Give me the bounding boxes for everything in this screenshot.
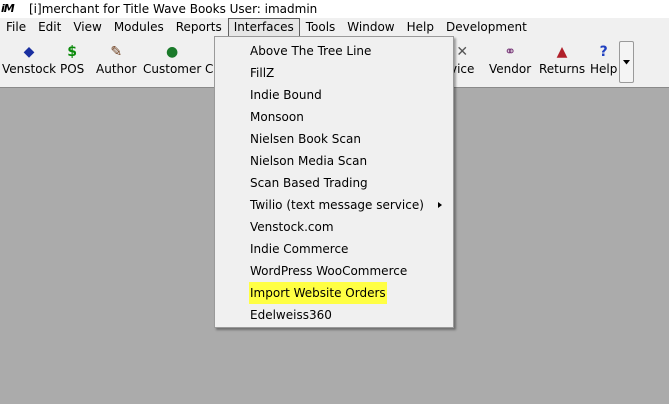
menu-bar: File Edit View Modules Reports Interface… [0,18,669,37]
menu-file[interactable]: File [0,18,32,37]
globe-icon: ● [166,44,179,60]
toolbar-label: POS [60,62,85,76]
menu-development[interactable]: Development [440,18,533,37]
toolbar-pos-button[interactable]: $ POS [60,43,84,83]
menu-item-label: Monsoon [250,110,304,124]
toolbar-label: Author [96,62,137,76]
toolbar-venstock-button[interactable]: ◆ Venstock [2,43,56,83]
menu-item-label: Twilio (text message service) [250,198,424,212]
app-logo-icon: iM [1,2,15,15]
menu-item-indie-commerce[interactable]: Indie Commerce [216,238,452,260]
menu-item-label: Import Website Orders [249,282,387,304]
toolbar-returns-button[interactable]: ▲ Returns [539,43,585,83]
menu-item-label: FillZ [250,66,275,80]
menu-item-label: Venstock.com [250,220,334,234]
toolbar-overflow-button[interactable] [619,41,634,83]
menu-item-edelweiss360[interactable]: Edelweiss360 [216,304,452,326]
author-icon: ✎ [110,44,123,60]
toolbar-label: Help [590,62,618,76]
menu-item-label: Nielson Media Scan [250,154,368,168]
menu-item-above-the-tree-line[interactable]: Above The Tree Line [216,40,452,62]
menu-item-label: WordPress WooCommerce [250,264,408,278]
interfaces-dropdown-menu: Above The Tree Line FillZ Indie Bound Mo… [214,36,454,328]
menu-item-nielson-media-scan[interactable]: Nielson Media Scan [216,150,452,172]
menu-item-import-website-orders[interactable]: Import Website Orders [216,282,452,304]
toolbar-label: Venstock [2,62,57,76]
dollar-icon: $ [67,44,78,60]
menu-item-label: Above The Tree Line [250,44,372,58]
menu-help[interactable]: Help [401,18,440,37]
toolbar-label: Customer [143,62,202,76]
partial-icon [207,43,211,61]
menu-item-label: Indie Commerce [250,242,349,256]
menu-item-label: Nielsen Book Scan [250,132,361,146]
menu-modules[interactable]: Modules [108,18,170,37]
toolbar-label: Returns [539,62,586,76]
help-icon: ? [599,44,608,60]
wrench-icon: ✕ [456,44,469,60]
menu-view[interactable]: View [67,18,107,37]
toolbar-customer-button[interactable]: ● Customer [143,43,201,83]
toolbar-label: C [205,62,214,76]
toolbar-vendor-button[interactable]: ⚭ Vendor [489,43,531,83]
menu-item-nielsen-book-scan[interactable]: Nielsen Book Scan [216,128,452,150]
menu-item-wordpress-woocommerce[interactable]: WordPress WooCommerce [216,260,452,282]
menu-item-label: Indie Bound [250,88,322,102]
menu-reports[interactable]: Reports [170,18,228,37]
menu-item-scan-based-trading[interactable]: Scan Based Trading [216,172,452,194]
menu-item-venstock-com[interactable]: Venstock.com [216,216,452,238]
toolbar-author-button[interactable]: ✎ Author [96,43,136,83]
menu-item-monsoon[interactable]: Monsoon [216,106,452,128]
toolbar-partial-button[interactable]: C [205,43,213,83]
toolbar-help-button[interactable]: ? Help [590,43,617,83]
window-title: [i]merchant for Title Wave Books User: i… [29,2,318,16]
submenu-arrow-icon [438,202,442,208]
vendor-icon: ⚭ [504,44,516,60]
menu-item-indie-bound[interactable]: Indie Bound [216,84,452,106]
menu-tools[interactable]: Tools [300,18,342,37]
menu-interfaces[interactable]: Interfaces [227,18,300,37]
menu-item-fillz[interactable]: FillZ [216,62,452,84]
menu-item-label: Scan Based Trading [250,176,368,190]
menu-item-twilio[interactable]: Twilio (text message service) [216,194,452,216]
returns-icon: ▲ [556,44,568,60]
chevron-down-icon [623,59,630,64]
menu-edit[interactable]: Edit [32,18,67,37]
title-bar: iM [i]merchant for Title Wave Books User… [0,0,669,18]
menu-window[interactable]: Window [341,18,400,37]
toolbar-label: Vendor [489,62,532,76]
diamond-icon: ◆ [23,44,35,60]
menu-item-label: Edelweiss360 [250,308,332,322]
